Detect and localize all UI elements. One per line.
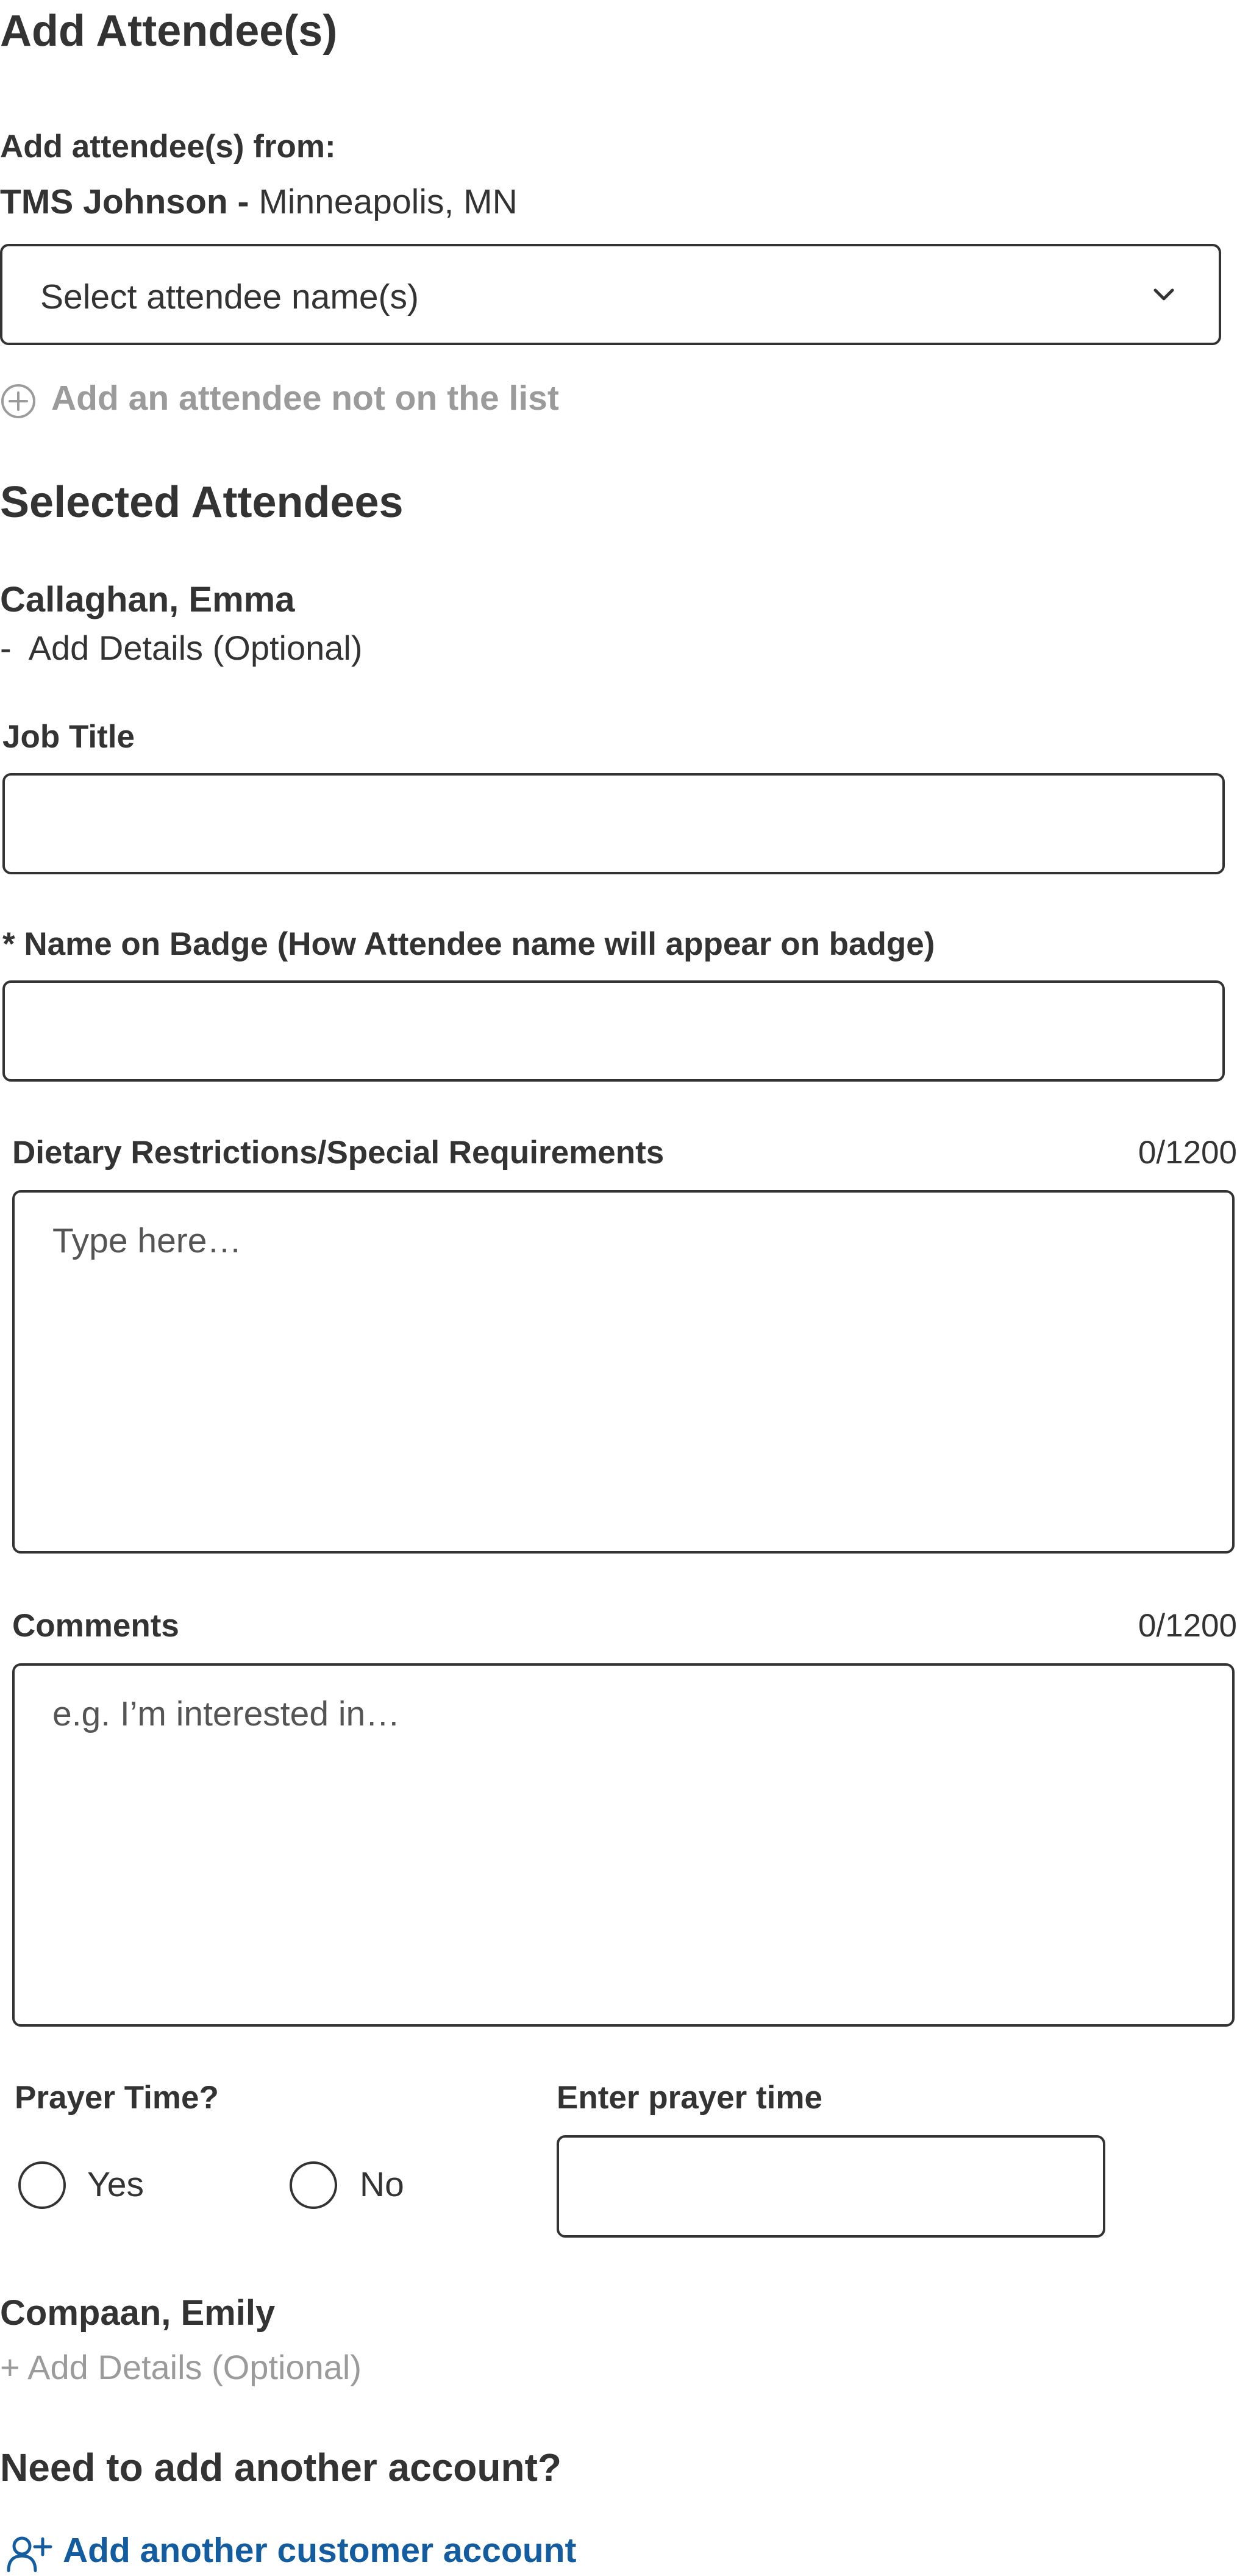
- prayer-time-label: Prayer Time?: [15, 2080, 219, 2116]
- comments-counter: 0/1200: [1138, 1608, 1237, 1644]
- prayer-no-label[interactable]: No: [360, 2164, 404, 2205]
- dietary-placeholder: Type here…: [52, 1221, 242, 1260]
- add-attendee-not-on-list-label: Add an attendee not on the list: [51, 379, 559, 418]
- page-title: Add Attendee(s): [0, 7, 338, 55]
- prayer-no-radio[interactable]: [290, 2161, 337, 2209]
- attendee-select-value: Select attendee name(s): [40, 277, 419, 316]
- comments-textarea[interactable]: e.g. I’m interested in…: [12, 1663, 1235, 2027]
- prayer-yes-radio[interactable]: [18, 2161, 66, 2209]
- add-customer-account-link[interactable]: Add another customer account: [0, 2529, 585, 2573]
- selected-attendees-heading: Selected Attendees: [0, 478, 404, 527]
- add-details-toggle[interactable]: + Add Details (Optional): [0, 2347, 362, 2387]
- attendee-name: Compaan, Emily: [0, 2293, 276, 2333]
- dietary-label: Dietary Restrictions/Special Requirement…: [12, 1135, 665, 1171]
- job-title-input[interactable]: [2, 773, 1225, 874]
- badge-name-input[interactable]: [2, 980, 1225, 1082]
- add-attendee-not-on-list-link[interactable]: Add an attendee not on the list: [0, 378, 597, 421]
- source-account-name: TMS Johnson -: [0, 182, 249, 221]
- comments-placeholder: e.g. I’m interested in…: [52, 1694, 401, 1733]
- dietary-textarea[interactable]: Type here…: [12, 1190, 1235, 1554]
- source-prompt: Add attendee(s) from:: [0, 129, 336, 165]
- attendee-select[interactable]: Select attendee name(s): [0, 244, 1221, 345]
- another-account-heading: Need to add another account?: [0, 2446, 561, 2489]
- job-title-label: Job Title: [2, 719, 135, 755]
- add-customer-account-label: Add another customer account: [63, 2531, 577, 2570]
- dietary-counter: 0/1200: [1138, 1135, 1237, 1171]
- add-details-toggle[interactable]: - Add Details (Optional): [0, 628, 362, 668]
- source-account-location: Minneapolis, MN: [258, 182, 518, 221]
- comments-label: Comments: [12, 1608, 179, 1644]
- badge-name-label: * Name on Badge (How Attendee name will …: [2, 926, 935, 962]
- prayer-yes-label[interactable]: Yes: [87, 2164, 144, 2205]
- user-plus-icon: [6, 2535, 52, 2573]
- circle-plus-icon: [0, 383, 37, 419]
- attendee-name: Callaghan, Emma: [0, 580, 295, 619]
- source-account: TMS Johnson - Minneapolis, MN: [0, 182, 518, 222]
- chevron-down-icon: [1152, 283, 1176, 307]
- prayer-time-input[interactable]: [557, 2135, 1105, 2238]
- prayer-time-input-label: Enter prayer time: [557, 2080, 822, 2116]
